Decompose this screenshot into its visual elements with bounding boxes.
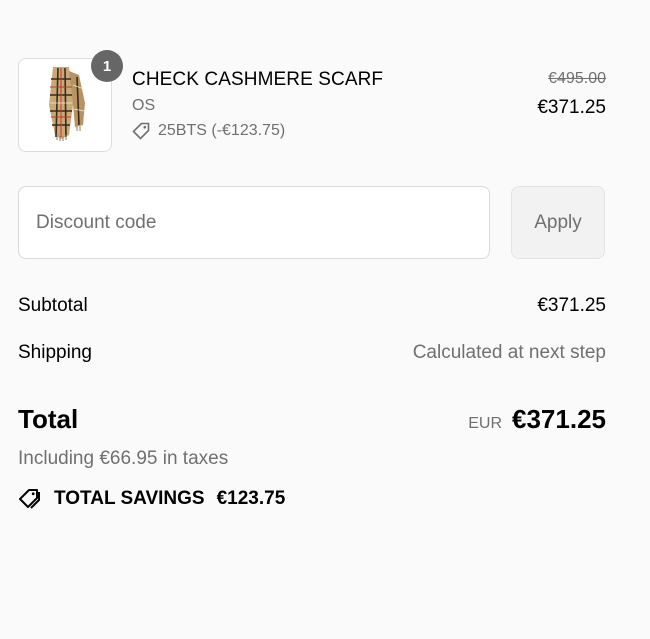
product-name: CHECK CASHMERE SCARF	[132, 69, 384, 90]
savings-value: €123.75	[216, 488, 286, 509]
tag-icon	[132, 122, 150, 140]
subtotal-row: Subtotal €371.25	[18, 295, 606, 317]
shipping-value: Calculated at next step	[412, 342, 606, 363]
currency-code: EUR	[468, 415, 503, 432]
discount-tag: 25BTS (-€123.75)	[132, 122, 285, 140]
total-savings: TOTAL SAVINGS €123.75	[18, 488, 285, 510]
total-label: Total	[18, 404, 79, 434]
shipping-label: Shipping	[18, 342, 92, 363]
apply-discount-button[interactable]: Apply	[511, 186, 605, 259]
discount-tag-label: 25BTS (-€123.75)	[158, 122, 286, 139]
discount-code-input[interactable]	[18, 186, 490, 259]
product-thumbnail: 1	[18, 50, 123, 152]
cart-line-item: 1 CHECK CASHMERE SCARF OS 25BTS (-€123.7…	[18, 50, 606, 152]
total-value: €371.25	[512, 404, 606, 434]
product-variant: OS	[132, 97, 156, 114]
shipping-row: Shipping Calculated at next step	[18, 342, 606, 364]
subtotal-value: €371.25	[537, 295, 606, 316]
taxes-note: Including €66.95 in taxes	[18, 448, 229, 469]
scarf-image	[49, 67, 85, 141]
savings-label: TOTAL SAVINGS	[54, 488, 205, 509]
original-price: €495.00	[548, 70, 606, 87]
item-price: €371.25	[537, 97, 606, 118]
total-row: Total EUR €371.25	[18, 404, 606, 435]
savings-tag-icon	[19, 489, 40, 509]
quantity-badge: 1	[91, 50, 123, 82]
subtotal-label: Subtotal	[18, 295, 88, 316]
